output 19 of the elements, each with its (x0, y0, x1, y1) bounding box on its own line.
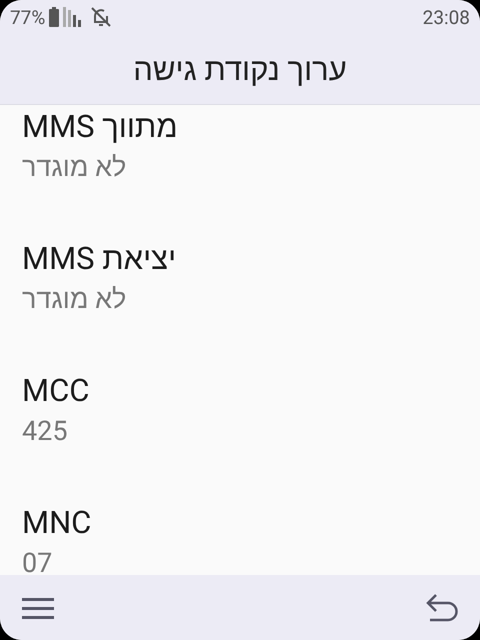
battery-percentage: 77% (10, 6, 46, 28)
setting-title: MNC (22, 504, 92, 542)
back-icon[interactable] (426, 592, 458, 622)
setting-title: מתווך MMS (22, 108, 178, 146)
clock: 23:08 (422, 6, 470, 28)
setting-value: לא מוגדר (22, 150, 126, 184)
battery-icon (49, 7, 60, 27)
setting-value: לא מוגדר (22, 282, 126, 316)
bell-off-icon (89, 5, 114, 29)
setting-item[interactable]: MCC 425 (0, 368, 480, 500)
setting-item[interactable]: יציאת MMS לא מוגדר (0, 236, 480, 368)
setting-title: MCC (22, 372, 90, 410)
setting-item[interactable]: מתווך MMS לא מוגדר (0, 105, 480, 236)
menu-icon[interactable] (22, 596, 54, 620)
setting-value: 425 (22, 414, 68, 448)
screen-title: ערוך נקודת גישה (133, 50, 347, 88)
setting-value: 07 (22, 546, 52, 575)
setting-title: יציאת MMS (22, 240, 176, 278)
setting-item[interactable]: MNC 07 (0, 500, 480, 575)
